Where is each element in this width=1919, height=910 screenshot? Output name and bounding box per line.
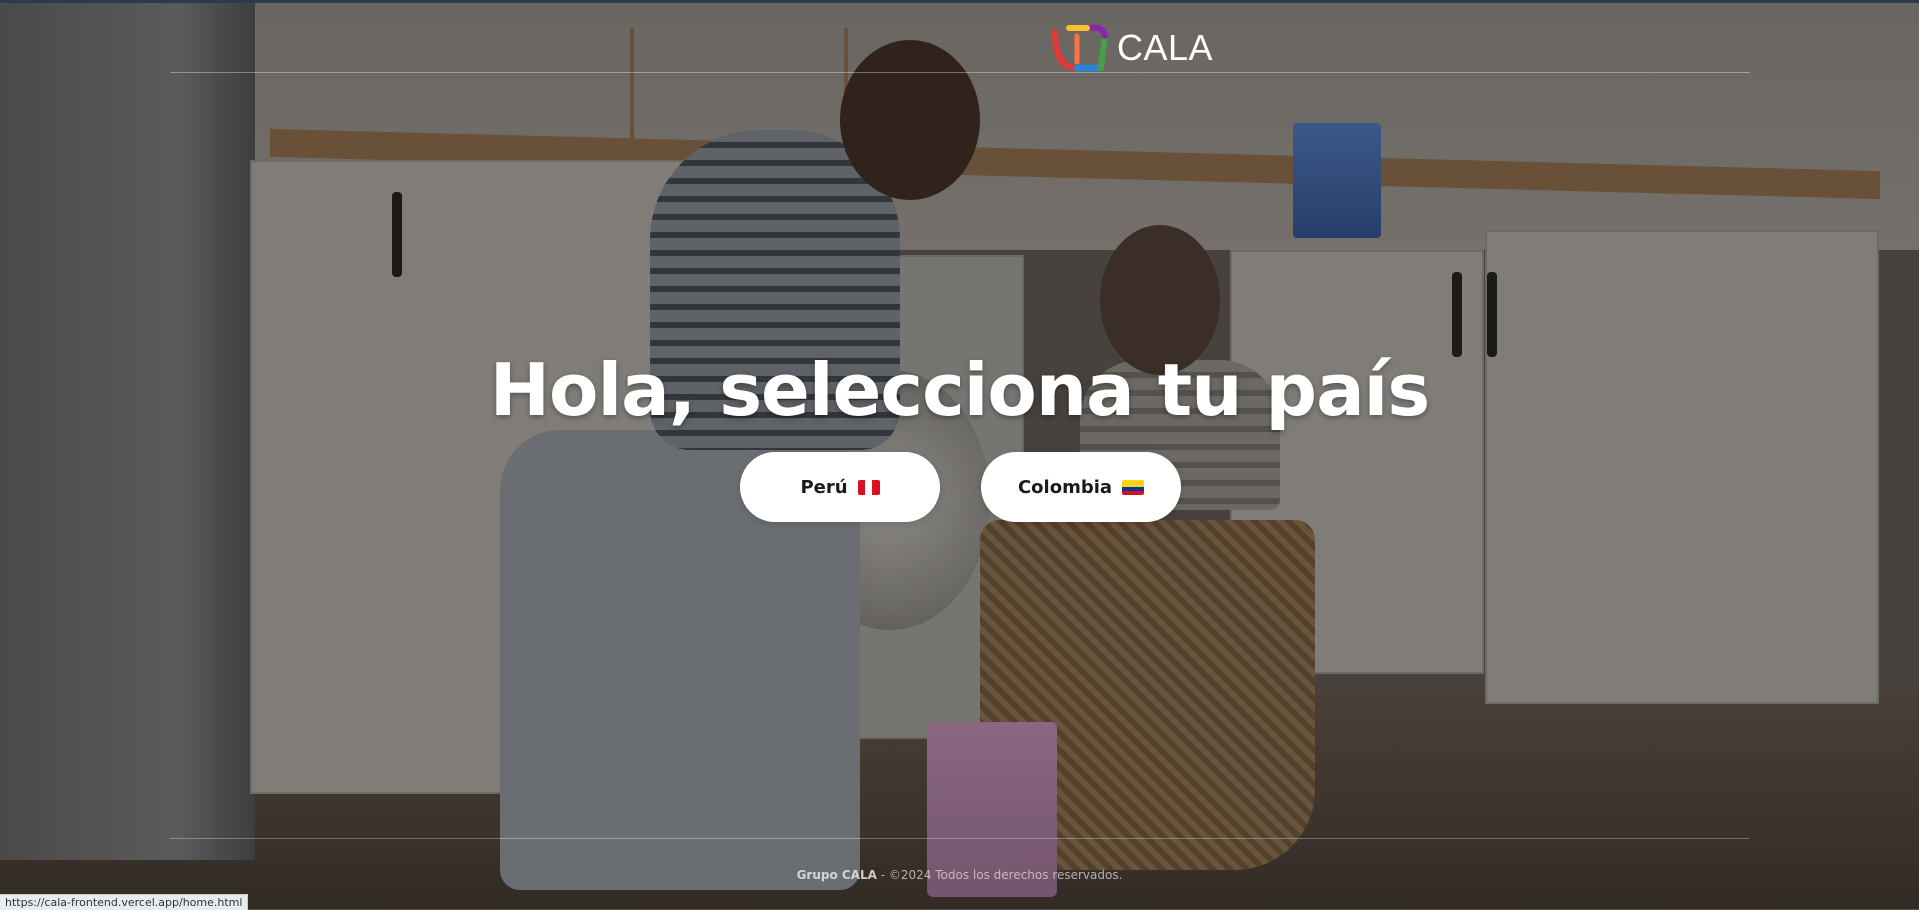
country-button-colombia[interactable]: Colombia	[981, 452, 1181, 522]
site-header: CALA	[170, 0, 1750, 73]
footer-rights: - ©2024 Todos los derechos reservados.	[876, 868, 1123, 882]
page-title: Hola, selecciona tu país	[489, 348, 1430, 433]
brand-logo-link[interactable]: CALA	[1047, 22, 1213, 74]
country-label-colombia: Colombia	[1017, 476, 1113, 498]
footer-divider	[170, 838, 1750, 839]
country-button-peru[interactable]: Perú	[740, 452, 940, 522]
colombia-flag-icon	[1122, 479, 1145, 495]
footer-company: Grupo CALA	[796, 868, 877, 882]
site-footer: Grupo CALA - ©2024 Todos los derechos re…	[0, 868, 1919, 882]
country-selector: Perú Colombia	[740, 452, 1181, 522]
country-label-peru: Perú	[800, 476, 848, 498]
status-bar-url: https://cala-frontend.vercel.app/home.ht…	[0, 894, 249, 910]
peru-flag-icon	[857, 479, 880, 495]
brand-logo-text: CALA	[1117, 27, 1214, 68]
brand-logo-icon	[1052, 24, 1108, 71]
